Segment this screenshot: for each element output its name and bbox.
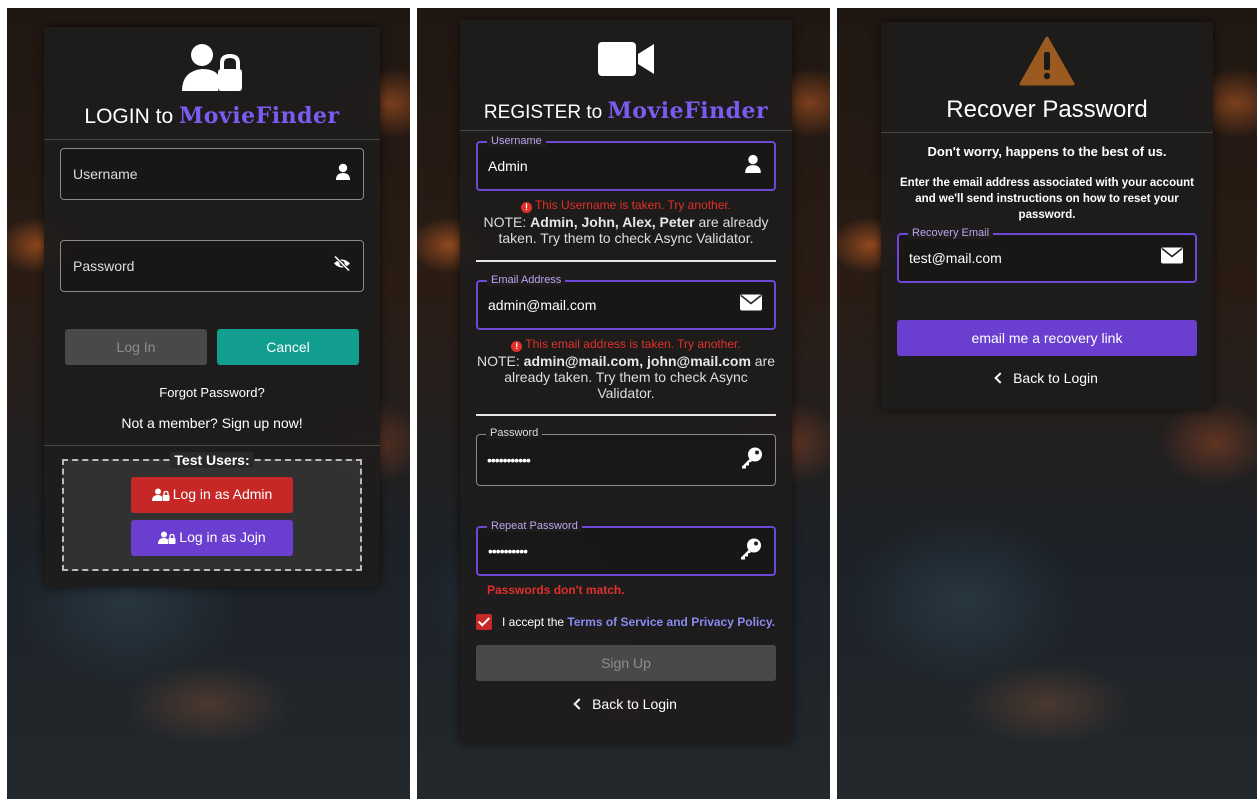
password-label: Password [486,427,543,439]
warning-icon [1019,36,1075,91]
taken-usernames: Admin, John, Alex, Peter [530,214,695,230]
username-label: Username [487,135,546,147]
email-value: admin@mail.com [488,297,597,313]
repeat-password-label: Repeat Password [487,520,582,532]
signup-link[interactable]: Not a member? Sign up now! [44,415,380,431]
taken-emails: admin@mail.com, john@mail.com [523,353,751,369]
login-title: LOGIN to MovieFinder [44,103,380,129]
send-recovery-link-button[interactable]: email me a recovery link [897,320,1197,356]
register-panel: REGISTER to MovieFinder Username Admin !… [417,8,830,799]
back-to-login-link[interactable]: Back to Login [881,370,1213,386]
user-icon [744,154,762,178]
recover-divider [881,132,1213,133]
username-placeholder: Username [73,166,138,182]
recovery-email-field[interactable]: Recovery Email test@mail.com [897,227,1197,283]
password-field[interactable]: Password ••••••••••• [476,427,776,486]
accept-terms-checkbox[interactable] [476,614,492,630]
recover-instructions: Enter the email address associated with … [900,177,1194,221]
chevron-left-icon [994,372,1006,384]
note-prefix: NOTE: [476,353,524,369]
terms-link[interactable]: Terms of Service and Privacy Policy. [567,615,775,629]
recover-panel: Recover Password Don't worry, happens to… [837,8,1257,799]
chevron-left-icon [573,698,585,710]
signup-button[interactable]: Sign Up [476,645,776,681]
test-users-label: Test Users: [170,452,254,468]
user-lock-icon [180,41,244,98]
repeat-password-value: •••••••••• [488,543,528,559]
register-title-text: REGISTER to [483,102,608,123]
repeat-password-field[interactable]: Repeat Password •••••••••• [476,520,776,576]
forgot-password-link[interactable]: Forgot Password? [44,385,380,400]
login-button[interactable]: Log In [65,329,207,365]
email-label: Email Address [487,274,566,286]
envelope-icon [740,294,762,316]
back-to-login-label: Back to Login [592,696,677,712]
admin-button-label: Log in as Admin [172,486,273,502]
password-value: ••••••••••• [487,452,531,468]
alert-icon: ! [511,341,523,352]
username-error: ! This Username is taken. Try another. [460,198,792,213]
email-error-text: This email address is taken. Try another… [525,337,741,351]
recover-card: Recover Password Don't worry, happens to… [881,22,1213,409]
login-title-text: LOGIN to [84,105,179,128]
accept-terms-label: I accept the Terms of Service and Privac… [502,615,775,629]
section-rule [476,260,776,262]
username-value: Admin [488,158,528,174]
email-field[interactable]: Email Address admin@mail.com [476,274,776,330]
register-card: REGISTER to MovieFinder Username Admin !… [460,20,792,743]
user-lock-icon [158,531,176,547]
key-icon [740,538,762,565]
test-users-box: Test Users: Log in as Admin Log in as Jo… [62,452,362,571]
recover-title: Recover Password [946,96,1148,123]
alert-icon: ! [520,202,532,213]
video-camera-icon [598,40,654,83]
jojn-button-label: Log in as Jojn [179,529,266,545]
note-prefix: NOTE: [483,214,531,230]
username-error-text: This Username is taken. Try another. [534,198,732,212]
password-field[interactable]: Password [60,240,364,292]
accept-prefix: I accept the [502,615,568,629]
envelope-icon [1161,247,1183,269]
key-icon [741,447,763,474]
email-error: ! This email address is taken. Try anothe… [460,337,792,352]
recovery-email-label: Recovery Email [908,227,994,239]
back-to-login-label: Back to Login [1013,370,1098,386]
recover-headline: Don't worry, happens to the best of us. [927,144,1167,159]
email-note: NOTE: admin@mail.com, john@mail.com are … [460,353,792,401]
login-as-admin-button[interactable]: Log in as Admin [131,477,293,513]
login-as-jojn-button[interactable]: Log in as Jojn [131,520,293,556]
login-card: LOGIN to MovieFinder Username Password L… [44,27,380,587]
password-placeholder: Password [73,258,135,274]
password-mismatch-error: Passwords don't match. [487,583,625,597]
eye-slash-icon[interactable] [333,255,351,277]
login-divider [44,139,380,140]
cancel-button[interactable]: Cancel [217,329,359,365]
username-field[interactable]: Username [60,148,364,200]
login-divider-bottom [44,445,380,446]
section-rule [476,414,776,416]
username-field[interactable]: Username Admin [476,135,776,191]
brand-name: MovieFinder [607,98,769,124]
register-title: REGISTER to MovieFinder [460,98,792,124]
user-lock-icon [151,488,170,504]
back-to-login-link[interactable]: Back to Login [460,696,792,712]
user-icon [335,163,351,185]
register-divider [460,130,792,131]
login-panel: LOGIN to MovieFinder Username Password L… [7,8,410,799]
recovery-email-value: test@mail.com [909,250,1002,266]
username-note: NOTE: Admin, John, Alex, Peter are alrea… [460,214,792,246]
brand-name: MovieFinder [178,103,340,129]
